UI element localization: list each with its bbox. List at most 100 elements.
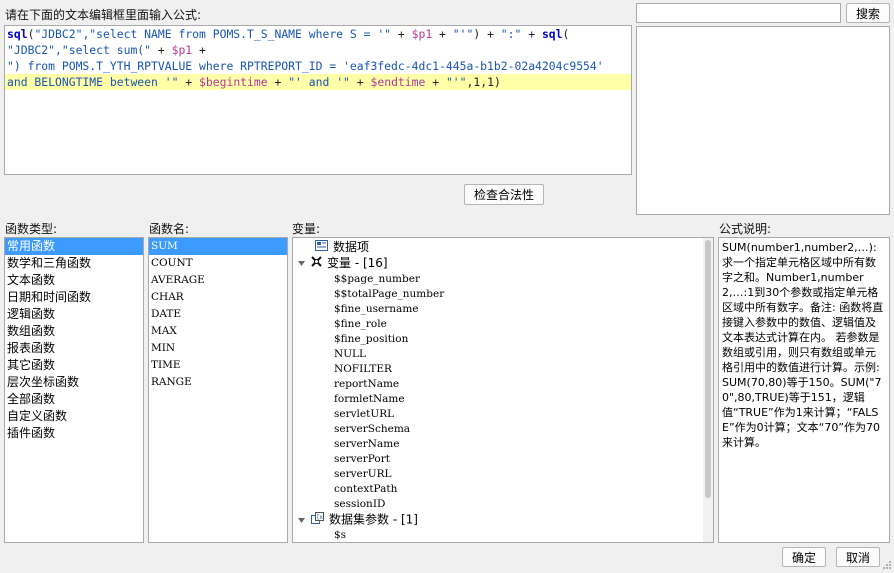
search-button[interactable]: 搜索 xyxy=(846,3,890,23)
code-token: ( xyxy=(562,27,570,41)
tree-param-item[interactable]: $s xyxy=(334,528,347,542)
func-type-item[interactable]: 文本函数 xyxy=(5,272,143,289)
tree-node-dataset-params-label: 数据集参数 - [1] xyxy=(329,512,418,527)
code-token: + xyxy=(267,75,289,89)
check-validity-button[interactable]: 检查合法性 xyxy=(464,184,544,205)
func-name-item[interactable]: TIME xyxy=(149,357,287,374)
func-type-item[interactable]: 层次坐标函数 xyxy=(5,374,143,391)
tree-variable-item-label: contextPath xyxy=(334,483,398,495)
tree-variable-item-label: $$totalPage_number xyxy=(334,288,445,300)
editor-prompt: 请在下面的文本编辑框里面输入公式: xyxy=(5,8,202,22)
func-type-item[interactable]: 自定义函数 xyxy=(5,408,143,425)
tree-variable-item[interactable]: contextPath xyxy=(334,482,397,497)
func-name-item[interactable]: CHAR xyxy=(149,289,287,306)
variable-icon xyxy=(311,256,322,271)
func-type-item[interactable]: 逻辑函数 xyxy=(5,306,143,323)
tree-node-dataset-params[interactable]: [x] 数据集参数 - [1] xyxy=(298,512,418,527)
func-name-item[interactable]: AVERAGE xyxy=(149,272,287,289)
tree-variable-item-label: serverName xyxy=(334,438,400,450)
code-token: ,1,1) xyxy=(466,75,501,89)
tree-variable-item[interactable]: $$page_number xyxy=(334,272,420,287)
tree-variable-item-label: $fine_position xyxy=(334,333,409,345)
func-type-item[interactable]: 数学和三角函数 xyxy=(5,255,143,272)
tree-variable-item-label: serverURL xyxy=(334,468,392,480)
cancel-button[interactable]: 取消 xyxy=(836,547,880,567)
tree-variable-item[interactable]: NULL xyxy=(334,347,366,362)
code-token: "JDBC2","select NAME from POMS.T_S_NAME … xyxy=(34,27,392,41)
func-type-item[interactable]: 其它函数 xyxy=(5,357,143,374)
tree-variable-item[interactable]: $fine_username xyxy=(334,302,419,317)
func-type-item[interactable]: 报表函数 xyxy=(5,340,143,357)
tree-variable-item[interactable]: servletURL xyxy=(334,407,394,422)
tree-variable-item[interactable]: sessionID xyxy=(334,497,385,512)
expand-arrow-icon[interactable] xyxy=(298,513,305,528)
tree-variable-item-label: $$page_number xyxy=(334,273,420,285)
func-name-item[interactable]: COUNT xyxy=(149,255,287,272)
search-results-panel[interactable] xyxy=(636,26,890,215)
tree-variable-item-label: sessionID xyxy=(334,498,386,510)
tree-variable-item-label: servletURL xyxy=(334,408,395,420)
func-type-item[interactable]: 全部函数 xyxy=(5,391,143,408)
func-type-list[interactable]: 常用函数 数学和三角函数 文本函数 日期和时间函数 逻辑函数 数组函数 报表函数 其它函数 层次… xyxy=(4,237,144,543)
expand-arrow-icon[interactable] xyxy=(298,256,305,271)
tree-variable-item[interactable]: serverName xyxy=(334,437,399,452)
code-token: and BELONGTIME between '" xyxy=(7,75,179,89)
code-token: + xyxy=(521,27,542,41)
code-token: "' and '" xyxy=(288,75,350,89)
tree-variable-item[interactable]: formletName xyxy=(334,392,405,407)
tree-variable-item[interactable]: serverURL xyxy=(334,467,392,482)
func-name-label: 函数名: xyxy=(149,222,190,236)
tree-variable-item[interactable]: reportName xyxy=(334,377,399,392)
tree-scrollbar[interactable] xyxy=(703,238,713,542)
func-name-item[interactable]: MIN xyxy=(149,340,287,357)
code-token: + xyxy=(151,43,172,57)
func-type-item[interactable]: 插件函数 xyxy=(5,425,143,442)
code-line[interactable]: ") from POMS.T_YTH_RPTVALUE where RPTREP… xyxy=(5,58,631,74)
code-line[interactable]: and BELONGTIME between '" + $begintime +… xyxy=(5,74,631,90)
formula-code[interactable]: sql("JDBC2","select NAME from POMS.T_S_N… xyxy=(5,26,631,90)
code-token: "'" xyxy=(452,27,474,41)
code-token: + xyxy=(432,27,453,41)
tree-variable-item[interactable]: NOFILTER xyxy=(334,362,392,377)
tree-variable-item[interactable]: $fine_position xyxy=(334,332,408,347)
code-line[interactable]: sql("JDBC2","select NAME from POMS.T_S_N… xyxy=(5,26,631,42)
resize-grip-icon[interactable] xyxy=(882,559,892,569)
variables-tree[interactable]: 数据项 变量 - [16] $$page_number $$totalPage_num… xyxy=(292,237,714,543)
tree-node-variables-label: 变量 - [16] xyxy=(327,256,388,270)
svg-text:[x]: [x] xyxy=(317,514,324,521)
code-token: + xyxy=(178,75,200,89)
code-token: "JDBC2","select sum(" xyxy=(7,43,152,57)
search-input[interactable] xyxy=(636,3,841,23)
func-name-item[interactable]: SUM xyxy=(149,238,287,255)
tree-variable-item[interactable]: serverSchema xyxy=(334,422,410,437)
func-type-item[interactable]: 日期和时间函数 xyxy=(5,289,143,306)
tree-variable-item[interactable]: serverPort xyxy=(334,452,390,467)
tree-variable-item-label: $fine_username xyxy=(334,303,419,315)
func-type-item[interactable]: 数组函数 xyxy=(5,323,143,340)
dataset-param-icon: [x] xyxy=(311,512,325,528)
func-type-item[interactable]: 常用函数 xyxy=(5,238,143,255)
tree-variable-item-label: $fine_role xyxy=(334,318,387,330)
formula-editor[interactable]: sql("JDBC2","select NAME from POMS.T_S_N… xyxy=(4,25,632,175)
description-text: SUM(number1,number2,…): 求一个指定单元格区域中所有数字之… xyxy=(722,241,884,449)
tree-variable-item[interactable]: $fine_role xyxy=(334,317,387,332)
func-name-item[interactable]: DATE xyxy=(149,306,287,323)
func-name-item[interactable]: RANGE xyxy=(149,374,287,391)
tree-param-item-label: $s xyxy=(334,529,347,541)
code-token: ") from POMS.T_YTH_RPTVALUE where RPTREP… xyxy=(7,59,604,73)
func-name-list[interactable]: SUM COUNT AVERAGE CHAR DATE MAX MIN TIME RANGE xyxy=(148,237,288,543)
func-name-item[interactable]: MAX xyxy=(149,323,287,340)
code-token: $begintime xyxy=(199,75,268,89)
ok-button[interactable]: 确定 xyxy=(782,547,826,567)
tree-variable-item-label: formletName xyxy=(334,393,405,405)
tree-scrollbar-thumb[interactable] xyxy=(705,240,711,498)
code-token: + xyxy=(425,75,446,89)
code-token: + xyxy=(391,27,412,41)
tree-node-variables[interactable]: 变量 - [16] xyxy=(298,256,388,271)
tree-node-data-item[interactable]: 数据项 xyxy=(315,240,369,255)
tree-variable-item[interactable]: $$totalPage_number xyxy=(334,287,444,302)
code-line[interactable]: "JDBC2","select sum(" + $p1 + xyxy=(5,42,631,58)
description-label: 公式说明: xyxy=(719,222,772,236)
data-item-icon xyxy=(315,240,328,255)
tree-variable-item-label: NOFILTER xyxy=(334,363,392,375)
